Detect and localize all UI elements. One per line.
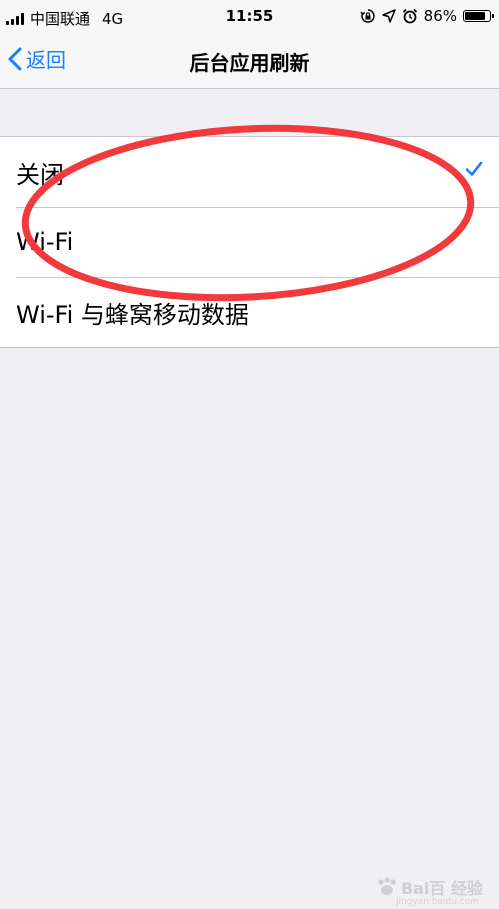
options-list: 关闭 Wi-Fi Wi-Fi 与蜂窝移动数据 xyxy=(0,136,499,348)
option-off[interactable]: 关闭 xyxy=(0,137,499,207)
page-title: 后台应用刷新 xyxy=(189,51,310,75)
option-wifi[interactable]: Wi-Fi xyxy=(0,207,499,277)
option-label: Wi-Fi 与蜂窝移动数据 xyxy=(16,300,249,329)
battery-level xyxy=(465,12,486,20)
location-icon xyxy=(381,9,396,23)
watermark-text: Bai百 经验 xyxy=(400,879,483,898)
option-label: Wi-Fi xyxy=(16,228,74,256)
alarm-icon xyxy=(402,8,417,24)
battery-percent: 86% xyxy=(423,7,457,25)
orientation-lock-icon xyxy=(360,9,375,23)
status-bar: 中国联通 4G 11:55 86% xyxy=(0,0,499,34)
watermark: Bai百 经验 xyxy=(376,875,483,899)
option-label: 关闭 xyxy=(16,160,64,189)
option-wifi-and-cellular[interactable]: Wi-Fi 与蜂窝移动数据 xyxy=(0,277,499,347)
battery-icon xyxy=(463,10,494,22)
status-right: 86% xyxy=(360,7,494,25)
baidu-paw-icon xyxy=(378,877,396,895)
navigation-bar: 返回 后台应用刷新 xyxy=(0,34,499,89)
checkmark-icon xyxy=(465,161,483,176)
watermark-url: jingyan.baidu.com xyxy=(395,897,479,907)
